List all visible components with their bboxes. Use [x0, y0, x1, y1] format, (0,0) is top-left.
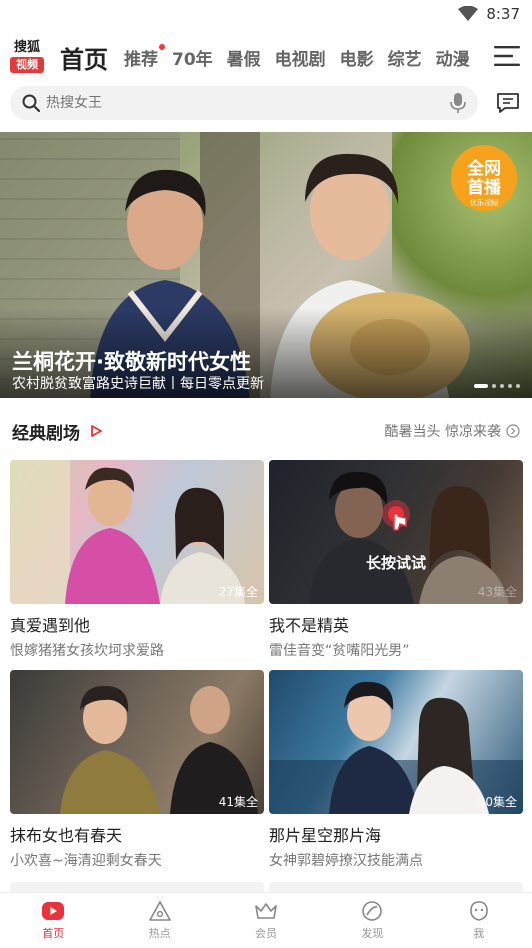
home-icon — [42, 902, 65, 920]
wifi-icon — [458, 6, 479, 21]
search-icon — [22, 94, 40, 112]
tab-recommend[interactable]: 推荐 — [124, 43, 165, 70]
banner-subtitle: 农村脱贫致富路史诗巨献丨每日零点更新 — [12, 376, 264, 392]
crown-icon — [255, 903, 277, 919]
bottom-nav-profile[interactable]: 我 — [426, 893, 532, 948]
drama-description: 雷佳音变“贫嘴阳光男” — [269, 643, 410, 659]
status-time: 8:37 — [486, 5, 520, 23]
drama-card[interactable]: 30集全 那片星空那片海 女神郭碧婷撩汉技能满点 — [269, 670, 523, 870]
section-more-link[interactable]: 酷暑当头 惊凉来袭 — [385, 421, 520, 441]
drama-card[interactable]: 长按试试 43集全 我不是精英 雷佳音变“贫嘴阳光男” — [269, 460, 523, 660]
badge-brand: 优乐视频 — [470, 198, 498, 207]
tab-tv-series[interactable]: 电视剧 — [275, 45, 326, 70]
drama-title[interactable]: 我不是精英 — [269, 612, 523, 636]
top-nav: 搜狐 视频 首页 推荐 70年 暑假 电视剧 电影 综艺 动漫 纪 — [0, 32, 532, 82]
episode-count: 43集全 — [477, 585, 517, 599]
drama-thumbnail[interactable]: 30集全 — [269, 670, 523, 814]
drama-description: 恨嫁猪猪女孩坎坷求爱路 — [10, 643, 164, 659]
drama-description: 小欢喜~海清迎剩女春天 — [10, 853, 162, 869]
long-press-hand-icon — [382, 500, 410, 531]
drama-title[interactable]: 抹布女也有春天 — [10, 822, 264, 846]
bottom-nav-label: 我 — [473, 927, 485, 940]
episode-count: 41集全 — [218, 795, 258, 809]
badge-line2: 首播 — [467, 177, 502, 198]
banner-pagination — [474, 384, 520, 388]
section-more-text: 酷暑当头 惊凉来袭 — [384, 424, 501, 440]
bottom-nav-label: 会员 — [255, 927, 278, 940]
section-header: 经典剧场 酷暑当头 惊凉来袭 — [12, 418, 520, 444]
pagination-dot — [500, 384, 504, 388]
long-press-hint: 长按试试 — [365, 554, 426, 572]
pagination-dot — [508, 384, 512, 388]
drama-description: 女神郭碧婷撩汉技能满点 — [269, 853, 423, 869]
tab-recommend-label: 推荐 — [124, 49, 158, 70]
sohu-video-logo[interactable]: 搜狐 视频 — [10, 40, 44, 76]
next-card-peek — [269, 882, 523, 892]
bottom-nav-vip[interactable]: 会员 — [213, 893, 319, 948]
status-bar: 8:37 — [0, 0, 532, 28]
tab-70-years[interactable]: 70年 — [172, 45, 213, 70]
pagination-dot-active — [474, 384, 488, 388]
tab-variety[interactable]: 综艺 — [388, 45, 422, 70]
next-card-peek — [10, 882, 264, 892]
logo-line2: 视频 — [10, 57, 44, 73]
message-icon[interactable] — [496, 92, 520, 114]
premiere-badge: 全网 首播 优乐视频 — [451, 145, 517, 211]
tab-movies[interactable]: 电影 — [340, 45, 374, 70]
banner-title: 兰桐花开·致敬新时代女性 — [12, 350, 251, 374]
drama-card[interactable]: 27集全 真爱遇到他 恨嫁猪猪女孩坎坷求爱路 — [10, 460, 264, 660]
tab-anime[interactable]: 动漫 — [436, 45, 470, 70]
menu-icon[interactable] — [494, 45, 520, 67]
search-row — [10, 86, 522, 120]
drama-card[interactable]: 41集全 抹布女也有春天 小欢喜~海清迎剩女春天 — [10, 670, 264, 870]
play-arrow-icon[interactable] — [90, 425, 102, 437]
bottom-nav: 首页 热点 会员 发现 我 — [0, 892, 532, 948]
bottom-nav-home[interactable]: 首页 — [0, 893, 106, 948]
drama-thumbnail[interactable]: 27集全 — [10, 460, 264, 604]
bottom-nav-hot[interactable]: 热点 — [106, 893, 212, 948]
drama-title[interactable]: 真爱遇到他 — [10, 612, 264, 636]
section-title[interactable]: 经典剧场 — [12, 419, 80, 444]
chevron-right-circle-icon — [506, 424, 520, 438]
logo-line1: 搜狐 — [13, 40, 40, 55]
episode-count: 30集全 — [477, 795, 517, 809]
discover-icon — [362, 901, 383, 921]
bottom-nav-label: 热点 — [148, 927, 171, 940]
drama-title[interactable]: 那片星空那片海 — [269, 822, 523, 846]
episode-count: 27集全 — [218, 585, 258, 599]
bottom-nav-discover[interactable]: 发现 — [319, 893, 425, 948]
channel-tabs: 首页 推荐 70年 暑假 电视剧 电影 综艺 动漫 纪 — [60, 32, 480, 82]
hot-icon — [148, 901, 171, 921]
bottom-nav-label: 发现 — [361, 927, 384, 940]
search-box[interactable] — [10, 86, 478, 120]
bottom-nav-label: 首页 — [42, 927, 65, 940]
pagination-dot — [492, 384, 496, 388]
tab-summer[interactable]: 暑假 — [227, 45, 261, 70]
badge-line1: 全网 — [466, 158, 501, 179]
new-dot — [159, 43, 165, 50]
hero-banner[interactable]: 全网 首播 优乐视频 兰桐花开·致敬新时代女性 农村脱贫致富路史诗巨献丨每日零点… — [0, 132, 532, 398]
drama-thumbnail[interactable]: 长按试试 43集全 — [269, 460, 523, 604]
tab-home[interactable]: 首页 — [60, 40, 108, 75]
profile-icon — [470, 901, 488, 921]
pagination-dot — [516, 384, 520, 388]
microphone-icon[interactable] — [450, 93, 466, 113]
search-input[interactable] — [46, 95, 426, 111]
drama-thumbnail[interactable]: 41集全 — [10, 670, 264, 814]
